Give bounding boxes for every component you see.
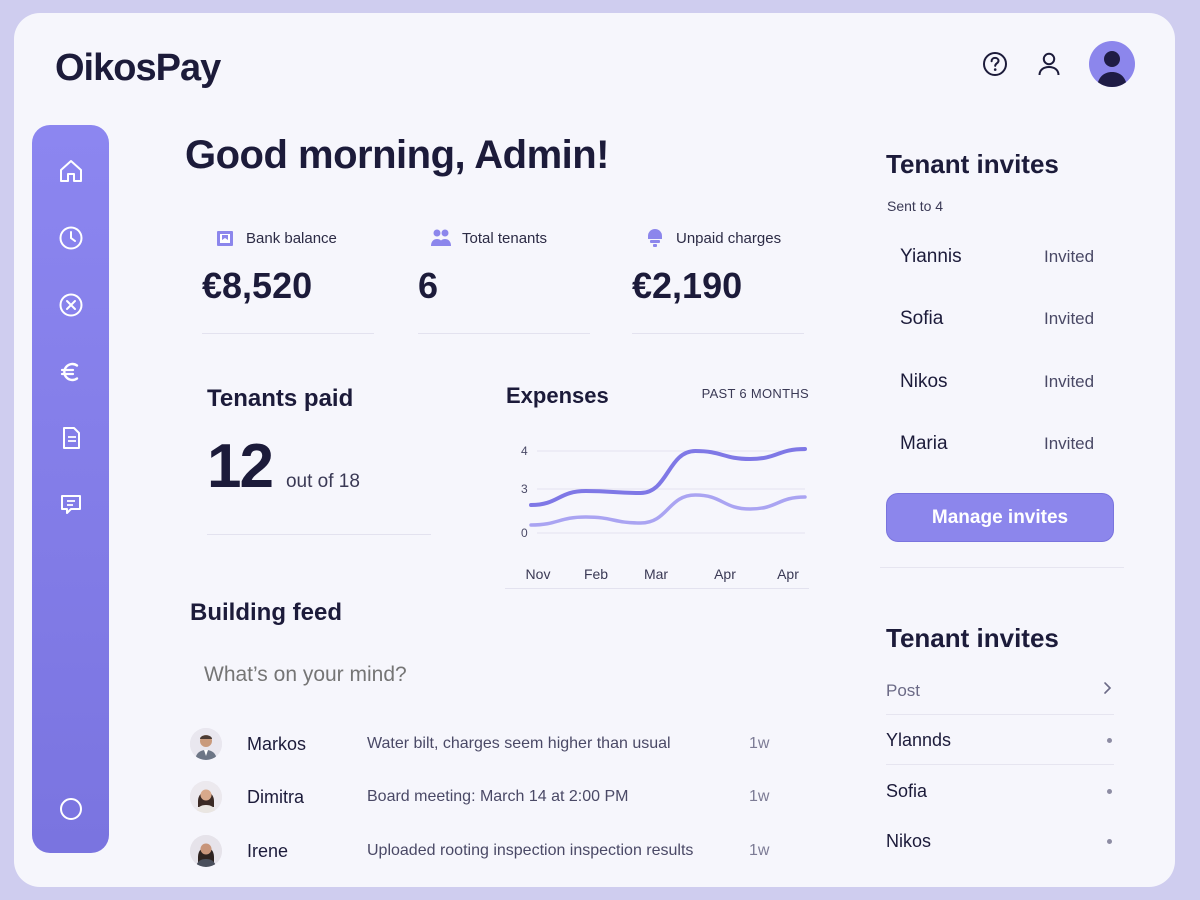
stat-label: Bank balance — [246, 229, 337, 247]
x-tick-label: Mar — [644, 566, 668, 582]
tenants-paid-count: 12 — [207, 432, 274, 501]
expenses-range[interactable]: PAST 6 MONTHS — [702, 386, 809, 401]
stat-label: Unpaid charges — [676, 229, 782, 247]
dot-icon — [1107, 838, 1112, 844]
invite-row[interactable]: Yiannis Invited — [900, 242, 1100, 272]
tenants-paid-total: out of 18 — [285, 471, 360, 492]
sidebar — [32, 125, 109, 853]
list-item[interactable]: Nikos — [886, 817, 1114, 865]
user-icon[interactable] — [1035, 50, 1063, 78]
y-tick-label: 0 — [521, 526, 528, 540]
list-item-label: Ylannds — [886, 730, 952, 750]
document-icon[interactable] — [57, 424, 84, 451]
euro-icon[interactable] — [57, 358, 84, 385]
building-feed-title: Building feed — [190, 599, 342, 626]
post-time: 1w — [749, 842, 770, 859]
circle-icon[interactable] — [57, 795, 84, 822]
stat-value: €2,190 — [632, 265, 743, 306]
stat-card-unpaid-charges: Unpaid charges €2,190 — [632, 227, 804, 334]
invite-name: Nikos — [900, 371, 948, 392]
x-tick-label: Feb — [584, 566, 608, 582]
feed-post[interactable]: Markos Water bilt, charges seem higher t… — [190, 724, 790, 764]
invite-status: Invited — [1044, 309, 1095, 328]
app-window: OikosPay Good morning, Admin! Bank balan… — [14, 13, 1175, 887]
invite-row[interactable]: Sofia Invited — [900, 304, 1100, 334]
alert-icon — [644, 227, 666, 249]
app-logo: OikosPay — [55, 47, 221, 89]
dot-icon — [1107, 788, 1112, 794]
clock-icon[interactable] — [57, 224, 84, 251]
header-actions — [981, 41, 1135, 87]
divider — [880, 567, 1124, 568]
list-item-label: Nikos — [886, 830, 932, 851]
feed-post[interactable]: Irene Uploaded rooting inspection inspec… — [190, 831, 790, 871]
invite-row[interactable]: Maria Invited — [900, 429, 1100, 459]
bank-icon — [214, 227, 236, 249]
chat-icon[interactable] — [57, 491, 84, 518]
avatar — [190, 835, 222, 867]
dot-icon — [1107, 738, 1112, 743]
tenant-invites-title: Tenant invites — [886, 149, 1059, 179]
tenants-paid-title: Tenants paid — [207, 385, 354, 412]
page-title: Good morning, Admin! — [185, 133, 610, 177]
stat-card-bank-balance: Bank balance €8,520 — [202, 227, 374, 334]
stat-card-total-tenants: Total tenants 6 — [418, 227, 590, 334]
x-circle-icon[interactable] — [57, 291, 84, 318]
post-author: Markos — [247, 733, 307, 754]
post-author: Irene — [247, 840, 289, 861]
feed-post[interactable]: Dimitra Board meeting: March 14 at 2:00 … — [190, 777, 790, 817]
tenant-invites-panel: Tenant invites Sent to 4 — [886, 149, 1126, 214]
post-message: Board meeting: March 14 at 2:00 PM — [367, 788, 629, 805]
expenses-card: Expenses PAST 6 MONTHS 4 3 0 Nov Feb Mar Apr Ap… — [505, 379, 809, 589]
post-input[interactable] — [204, 658, 804, 692]
stat-value: 6 — [418, 265, 439, 306]
avatar[interactable] — [1089, 41, 1135, 87]
invite-status: Invited — [1044, 434, 1095, 453]
invite-name: Sofia — [900, 308, 944, 329]
series-line — [529, 447, 807, 507]
stat-value: €8,520 — [202, 265, 313, 306]
expenses-chart: 4 3 0 Nov Feb Mar Apr Apr — [521, 444, 807, 582]
invite-name: Yiannis — [900, 246, 962, 267]
post-row[interactable]: Post — [886, 667, 1114, 715]
invite-name: Maria — [900, 433, 948, 454]
expenses-title: Expenses — [506, 383, 609, 408]
post-time: 1w — [749, 735, 770, 752]
tenant-invites-panel-secondary: Tenant invites Post Ylannds Sofia Nikos — [886, 623, 1118, 851]
tenant-invites-title: Tenant invites — [886, 623, 1059, 653]
tenant-invites-subtitle: Sent to 4 — [887, 198, 944, 214]
manage-invites-button[interactable]: Manage invites — [886, 493, 1114, 542]
people-icon — [430, 227, 452, 249]
post-author: Dimitra — [247, 786, 304, 807]
series-line — [529, 493, 807, 527]
stat-label: Total tenants — [462, 229, 548, 247]
list-item-label: Sofia — [886, 780, 928, 801]
invite-status: Invited — [1044, 247, 1095, 266]
x-tick-label: Apr — [714, 566, 736, 582]
chevron-right-icon — [1102, 681, 1114, 700]
list-item[interactable]: Sofia — [886, 767, 1114, 815]
invite-status: Invited — [1044, 372, 1095, 391]
x-tick-label: Apr — [777, 566, 799, 582]
tenants-paid-card: Tenants paid 12 out of 18 — [207, 385, 431, 535]
post-message: Water bilt, charges seem higher than usu… — [367, 735, 671, 752]
post-message: Uploaded rooting inspection inspection r… — [367, 842, 694, 859]
post-time: 1w — [749, 788, 770, 805]
x-tick-label: Nov — [526, 566, 551, 582]
post-link-label: Post — [886, 680, 921, 700]
avatar — [190, 781, 222, 813]
y-tick-label: 4 — [521, 444, 528, 458]
invite-row[interactable]: Nikos Invited — [900, 367, 1100, 397]
home-icon[interactable] — [57, 157, 84, 184]
avatar — [190, 728, 222, 760]
question-circle-icon[interactable] — [981, 50, 1009, 78]
y-tick-label: 3 — [521, 482, 528, 496]
list-item[interactable]: Ylannds — [886, 717, 1114, 765]
